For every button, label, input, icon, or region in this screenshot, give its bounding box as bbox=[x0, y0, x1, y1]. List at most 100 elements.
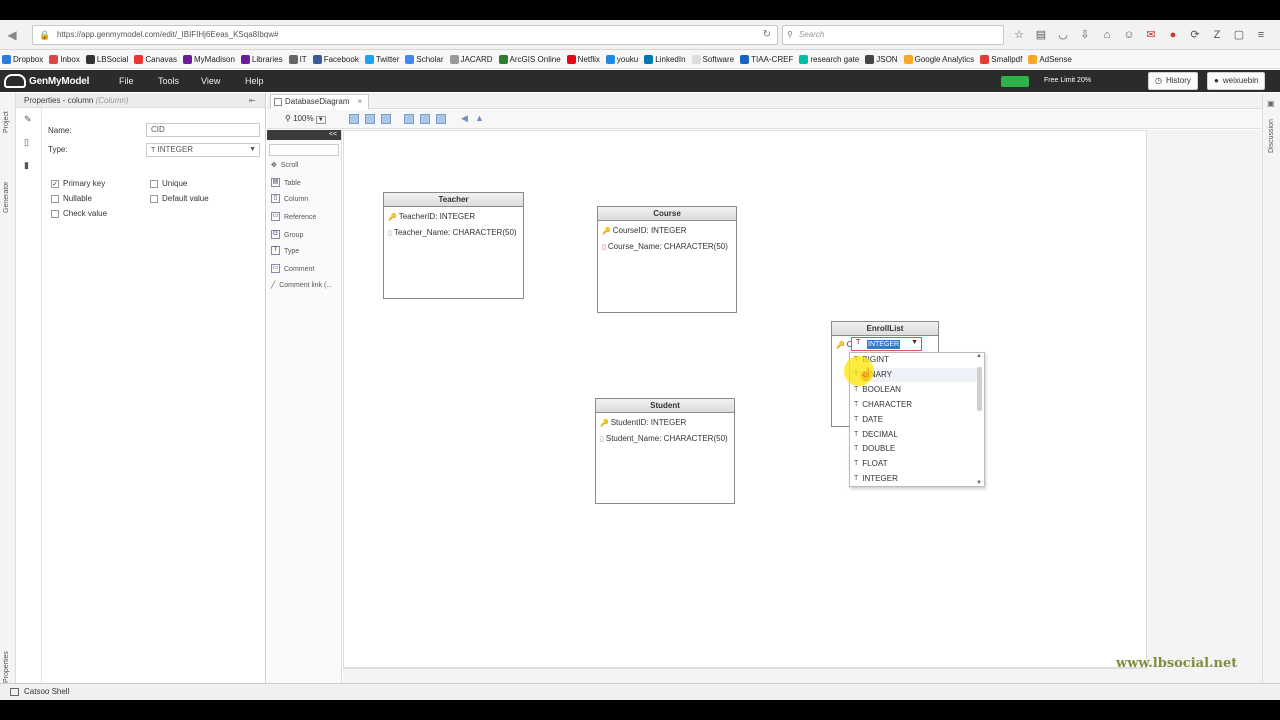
scroll-down-icon[interactable]: ▼ bbox=[976, 480, 982, 486]
document-icon[interactable]: ▯ bbox=[24, 137, 34, 147]
type-edit-combobox[interactable]: T INTEGER ▼ bbox=[851, 337, 922, 351]
bookmark-item[interactable]: Software bbox=[691, 54, 734, 64]
bookmark-item[interactable]: Twitter bbox=[364, 54, 399, 64]
palette-item-table[interactable]: ▤ Table bbox=[271, 178, 301, 190]
dropdown-option[interactable]: T INTEGER bbox=[854, 472, 898, 486]
bookmark-item[interactable]: research gate bbox=[799, 54, 859, 64]
search-field[interactable]: ⚲ Search bbox=[782, 25, 1004, 45]
user-button[interactable]: ● weixuebin bbox=[1207, 72, 1266, 90]
dropdown-option[interactable]: T DECIMAL bbox=[854, 428, 898, 442]
table-student[interactable]: Student 🔑 StudentID: INTEGER ▯ Student_Nam… bbox=[595, 398, 735, 504]
menu-tools[interactable]: Tools bbox=[158, 70, 179, 92]
palette-item-type[interactable]: T Type bbox=[271, 246, 299, 258]
reading-list-icon[interactable]: ▤ bbox=[1034, 28, 1048, 42]
pocket-icon[interactable]: ◡ bbox=[1056, 28, 1070, 42]
tab-database-diagram[interactable]: DatabaseDiagram × bbox=[270, 94, 370, 109]
bookmark-item[interactable]: Netflix bbox=[566, 54, 600, 64]
menu-help[interactable]: Help bbox=[245, 70, 264, 92]
dropdown-option[interactable]: T DATE bbox=[854, 413, 883, 427]
bookmark-item[interactable]: ArcGIS Online bbox=[498, 54, 561, 64]
pencil-icon[interactable]: ✎ bbox=[24, 114, 34, 124]
bookmark-item[interactable]: JACARD bbox=[449, 54, 493, 64]
align-bottom-icon[interactable] bbox=[436, 114, 446, 124]
bookmark-item[interactable]: LBSocial bbox=[85, 54, 128, 64]
column-row[interactable]: ▯ Course_Name: CHARACTER(50) bbox=[602, 242, 728, 251]
adblock-icon[interactable]: ● bbox=[1166, 28, 1180, 42]
mail-icon[interactable]: ✉ bbox=[1144, 28, 1158, 42]
align-right-icon[interactable] bbox=[381, 114, 391, 124]
tab-generator[interactable]: Generator bbox=[3, 181, 10, 213]
bookmark-item[interactable]: TIAA-CREF bbox=[740, 54, 793, 64]
tab-discussion[interactable]: Discussion bbox=[1268, 119, 1275, 153]
back-icon[interactable]: ◀ bbox=[4, 27, 20, 43]
shell-label[interactable]: Catsoo Shell bbox=[24, 687, 69, 696]
palette-item-comment-link[interactable]: ╱ Comment link (... bbox=[271, 280, 332, 292]
palette-search-input[interactable] bbox=[269, 144, 339, 156]
bookmark-item[interactable]: Canavas bbox=[134, 54, 177, 64]
column-row[interactable]: 🔑 CourseID: INTEGER bbox=[602, 226, 687, 235]
align-center-icon[interactable] bbox=[365, 114, 375, 124]
dropdown-scrollbar-thumb[interactable] bbox=[977, 367, 982, 411]
chat-icon[interactable]: ☺ bbox=[1122, 28, 1136, 42]
bookmark-item[interactable]: Inbox bbox=[49, 54, 80, 64]
table-course[interactable]: Course 🔑 CourseID: INTEGER ▯ Course_Name: … bbox=[597, 206, 737, 313]
menu-file[interactable]: File bbox=[119, 70, 134, 92]
chevron-down-icon[interactable]: ▼ bbox=[315, 116, 326, 124]
check-value-checkbox[interactable] bbox=[51, 210, 59, 218]
pin-icon[interactable]: ⇤ bbox=[249, 93, 256, 108]
chevron-down-icon[interactable]: ▼ bbox=[911, 339, 918, 346]
bookmark-item[interactable]: MyMadison bbox=[182, 54, 235, 64]
column-row[interactable]: ▯ Student_Name: CHARACTER(50) bbox=[600, 434, 728, 443]
palette-item-group[interactable]: G Group bbox=[271, 230, 303, 242]
scroll-up-icon[interactable]: ▲ bbox=[976, 353, 982, 359]
bookmark-item[interactable]: JSON bbox=[865, 54, 898, 64]
zotero-icon[interactable]: Z bbox=[1210, 28, 1224, 42]
menu-view[interactable]: View bbox=[201, 70, 220, 92]
palette-collapse-button[interactable]: << bbox=[267, 130, 341, 140]
align-top-icon[interactable] bbox=[404, 114, 414, 124]
align-left-icon[interactable] bbox=[349, 114, 359, 124]
history-button[interactable]: ◷ History bbox=[1148, 72, 1198, 90]
bookmark-item[interactable]: youku bbox=[605, 54, 638, 64]
tab-project[interactable]: Project bbox=[3, 111, 10, 133]
palette-item-column[interactable]: ▯ Column bbox=[271, 194, 308, 206]
bookmark-item[interactable]: Google Analytics bbox=[903, 54, 974, 64]
star-icon[interactable]: ☆ bbox=[1012, 28, 1026, 42]
palette-item-scroll[interactable]: ✥ Scroll bbox=[271, 160, 298, 172]
distribute-horizontal-icon[interactable]: ◀ bbox=[461, 113, 468, 124]
extension-icon[interactable]: ▢ bbox=[1232, 28, 1246, 42]
bookmark-item[interactable]: IT bbox=[288, 54, 307, 64]
table-teacher[interactable]: Teacher 🔑 TeacherID: INTEGER ▯ Teacher_Nam… bbox=[383, 192, 524, 299]
default-value-checkbox[interactable] bbox=[150, 195, 158, 203]
dropdown-option[interactable]: T DOUBLE bbox=[854, 442, 895, 456]
distribute-vertical-icon[interactable]: ▲ bbox=[475, 113, 484, 123]
column-row[interactable]: 🔑 StudentID: INTEGER bbox=[600, 418, 686, 427]
primary-key-checkbox[interactable]: ✓ bbox=[51, 180, 59, 188]
bookmark-item[interactable]: Smallpdf bbox=[980, 54, 1022, 64]
home-icon[interactable]: ⌂ bbox=[1100, 28, 1114, 42]
type-edit-value[interactable]: INTEGER bbox=[867, 340, 901, 349]
hamburger-menu-icon[interactable]: ≡ bbox=[1254, 28, 1268, 42]
bookmark-item[interactable]: Facebook bbox=[312, 54, 359, 64]
bookmark-item[interactable]: Scholar bbox=[405, 54, 444, 64]
reload-icon[interactable]: ↻ bbox=[763, 26, 771, 44]
bookmark-item[interactable]: Dropbox bbox=[2, 54, 43, 64]
horizontal-scrollbar[interactable] bbox=[343, 668, 1147, 683]
palette-item-reference[interactable]: ▭ Reference bbox=[271, 212, 316, 224]
palette-item-comment[interactable]: ▭ Comment bbox=[271, 264, 314, 276]
bookmark-item[interactable]: Libraries bbox=[240, 54, 283, 64]
close-icon[interactable]: × bbox=[357, 97, 362, 106]
tab-properties[interactable]: Properties bbox=[3, 651, 10, 683]
column-row[interactable]: ▯ Teacher_Name: CHARACTER(50) bbox=[388, 228, 517, 237]
type-select[interactable]: T INTEGER ▼ bbox=[146, 143, 260, 157]
unique-checkbox[interactable] bbox=[150, 180, 158, 188]
app-logo[interactable]: GenMyModel bbox=[4, 73, 89, 89]
align-middle-icon[interactable] bbox=[420, 114, 430, 124]
zoom-control[interactable]: ⚲ 100% ▼ bbox=[285, 113, 326, 126]
bookmark-icon[interactable]: ▮ bbox=[24, 160, 34, 170]
download-icon[interactable]: ⇩ bbox=[1078, 28, 1092, 42]
sync-icon[interactable]: ⟳ bbox=[1188, 28, 1202, 42]
bookmark-item[interactable]: AdSense bbox=[1028, 54, 1072, 64]
url-field[interactable]: 🔒 https://app.genmymodel.com/edit/_IBIFI… bbox=[32, 25, 778, 45]
column-row[interactable]: 🔑 TeacherID: INTEGER bbox=[388, 212, 475, 221]
